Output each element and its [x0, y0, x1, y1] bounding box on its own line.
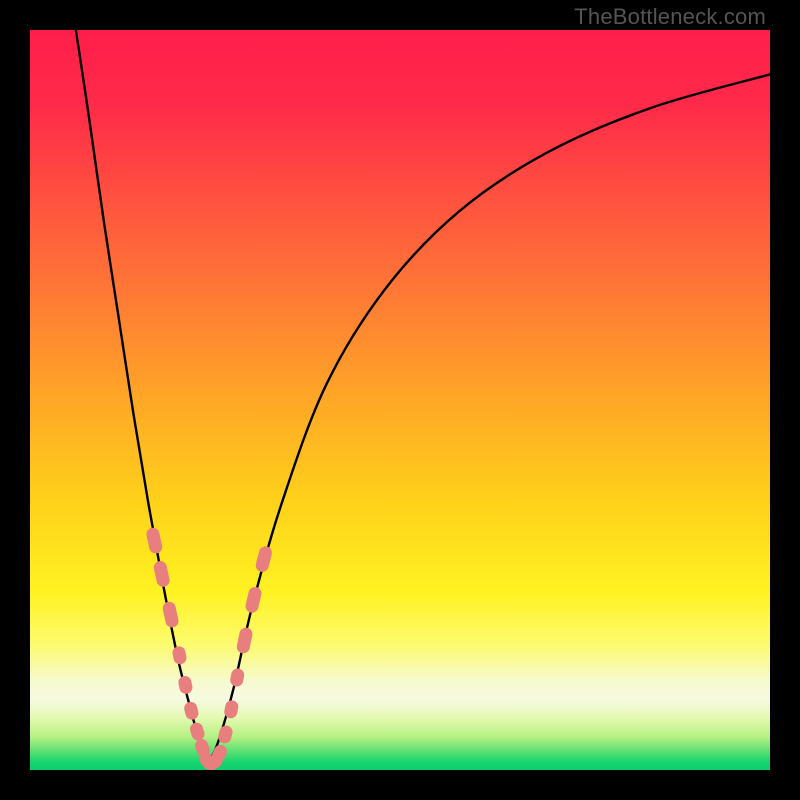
bead-marker	[153, 560, 171, 588]
bead-marker	[244, 586, 263, 614]
bead-marker	[161, 601, 179, 629]
bead-marker	[145, 526, 163, 554]
bead-marker	[171, 645, 187, 665]
bead-marker	[183, 700, 200, 721]
left-branch-curve	[76, 30, 208, 766]
curves-layer	[30, 30, 770, 770]
bead-marker	[236, 626, 254, 654]
plot-area	[30, 30, 770, 770]
marker-group	[145, 526, 273, 770]
bead-marker	[229, 667, 245, 687]
outer-frame: TheBottleneck.com	[0, 0, 800, 800]
bead-marker	[177, 675, 193, 695]
bead-marker	[188, 721, 206, 742]
bead-marker	[254, 545, 273, 573]
right-branch-curve	[208, 74, 770, 766]
watermark-text: TheBottleneck.com	[574, 4, 766, 30]
